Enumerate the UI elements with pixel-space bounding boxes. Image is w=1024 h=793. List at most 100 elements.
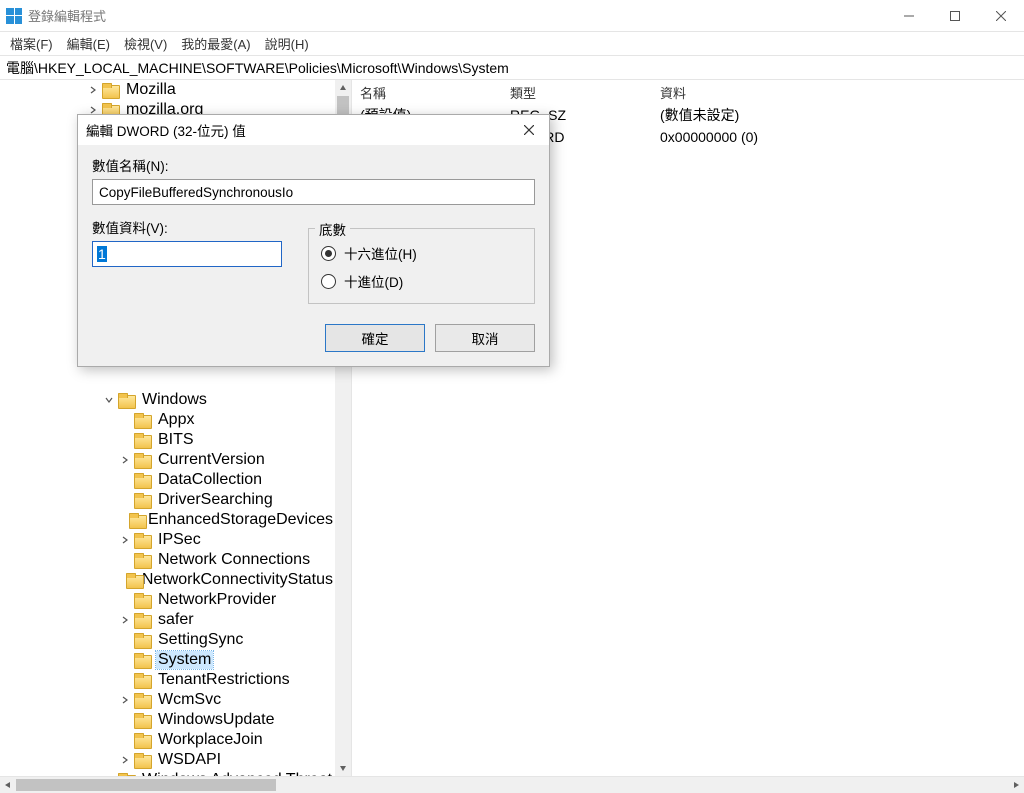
folder-icon — [134, 693, 150, 707]
value-data-label: 數值資料(V): — [92, 217, 284, 237]
list-header: 名稱 類型 資料 — [352, 80, 1024, 104]
scroll-left-arrow-icon[interactable] — [0, 777, 16, 793]
tree-item-windows[interactable]: Windows — [0, 390, 335, 410]
tree-item-label: CurrentVersion — [156, 451, 267, 469]
tree-expander-icon[interactable] — [118, 693, 132, 707]
close-button[interactable] — [978, 0, 1024, 32]
scroll-down-arrow-icon[interactable] — [335, 760, 351, 776]
tree-item-label: NetworkProvider — [156, 591, 278, 609]
menu-file[interactable]: 檔案(F) — [4, 32, 59, 55]
tree-item-wcmsvc[interactable]: WcmSvc — [0, 690, 335, 710]
folder-icon — [134, 733, 150, 747]
tree-item-safer[interactable]: safer — [0, 610, 335, 630]
tree-expander-icon[interactable] — [118, 753, 132, 767]
tree-expander-placeholder — [118, 553, 132, 567]
value-name-label: 數值名稱(N): — [92, 155, 535, 175]
tree-item-network-connections[interactable]: Network Connections — [0, 550, 335, 570]
value-data-field[interactable]: 1 — [92, 241, 282, 267]
tree-item-label: Appx — [156, 411, 196, 429]
tree-item-label: WorkplaceJoin — [156, 731, 265, 749]
folder-icon — [126, 573, 133, 587]
radio-dec[interactable]: 十進位(D) — [321, 267, 522, 295]
tree-expander-placeholder — [118, 573, 124, 587]
menu-view[interactable]: 檢視(V) — [118, 32, 173, 55]
dialog-close-button[interactable] — [517, 118, 541, 142]
tree-item-windows-advanced-threat[interactable]: Windows Advanced Threat — [0, 770, 335, 776]
radio-hex[interactable]: 十六進位(H) — [321, 239, 522, 267]
tree-item-appx[interactable]: Appx — [0, 410, 335, 430]
radio-dec-label: 十進位(D) — [344, 271, 403, 291]
address-bar[interactable]: 電腦\HKEY_LOCAL_MACHINE\SOFTWARE\Policies\… — [0, 56, 1024, 80]
horizontal-scrollbar[interactable] — [0, 777, 1024, 793]
folder-icon — [134, 453, 150, 467]
folder-icon — [118, 393, 134, 407]
tree-item-driversearching[interactable]: DriverSearching — [0, 490, 335, 510]
folder-icon — [134, 633, 150, 647]
tree-expander-icon[interactable] — [102, 773, 116, 776]
menu-favorites[interactable]: 我的最愛(A) — [175, 32, 256, 55]
tree-expander-placeholder — [118, 713, 132, 727]
tree-expander-icon[interactable] — [118, 613, 132, 627]
tree-expander-placeholder — [118, 633, 132, 647]
ok-button[interactable]: 確定 — [325, 324, 425, 352]
folder-icon — [129, 513, 140, 527]
folder-icon — [134, 753, 150, 767]
scroll-up-arrow-icon[interactable] — [335, 80, 351, 96]
tree-item-settingsync[interactable]: SettingSync — [0, 630, 335, 650]
tree-item-networkconnectivitystatus[interactable]: NetworkConnectivityStatus — [0, 570, 335, 590]
folder-icon — [134, 653, 150, 667]
tree-expander-icon[interactable] — [118, 453, 132, 467]
tree-item-tenantrestrictions[interactable]: TenantRestrictions — [0, 670, 335, 690]
title-bar: 登錄編輯程式 — [0, 0, 1024, 32]
tree-item-label: DriverSearching — [156, 491, 275, 509]
folder-icon — [134, 593, 150, 607]
tree-expander-placeholder — [118, 653, 132, 667]
base-legend: 底數 — [315, 219, 350, 239]
menu-help[interactable]: 說明(H) — [259, 32, 315, 55]
column-data[interactable]: 資料 — [652, 83, 1024, 102]
dialog-title-bar[interactable]: 編輯 DWORD (32-位元) 值 — [78, 115, 549, 145]
column-name[interactable]: 名稱 — [352, 83, 502, 102]
tree-item-label: BITS — [156, 431, 196, 449]
tree-item-bits[interactable]: BITS — [0, 430, 335, 450]
cell-data: (數值未設定) — [652, 105, 1024, 125]
column-type[interactable]: 類型 — [502, 83, 652, 102]
tree-item-label: NetworkConnectivityStatus — [140, 571, 335, 589]
client-area: Mozilla mozilla.org Windows Appx BITS Cu… — [0, 80, 1024, 777]
tree-expander-icon[interactable] — [86, 83, 100, 97]
tree-item-workplacejoin[interactable]: WorkplaceJoin — [0, 730, 335, 750]
minimize-button[interactable] — [886, 0, 932, 32]
tree-item-mozilla[interactable]: Mozilla — [0, 80, 335, 100]
scroll-right-arrow-icon[interactable] — [1008, 777, 1024, 793]
tree-expander-placeholder — [118, 473, 132, 487]
folder-icon — [134, 553, 150, 567]
tree-item-label: Network Connections — [156, 551, 312, 569]
tree-item-label: WcmSvc — [156, 691, 223, 709]
window-title: 登錄編輯程式 — [28, 6, 106, 25]
value-name-field[interactable]: CopyFileBufferedSynchronousIo — [92, 179, 535, 205]
cancel-button[interactable]: 取消 — [435, 324, 535, 352]
folder-icon — [134, 493, 150, 507]
tree-item-networkprovider[interactable]: NetworkProvider — [0, 590, 335, 610]
tree-item-ipsec[interactable]: IPSec — [0, 530, 335, 550]
base-groupbox: 底數 十六進位(H) 十進位(D) — [308, 228, 535, 304]
tree-item-datacollection[interactable]: DataCollection — [0, 470, 335, 490]
tree-item-label: WSDAPI — [156, 751, 223, 769]
tree-expander-icon[interactable] — [102, 393, 116, 407]
tree-item-label: DataCollection — [156, 471, 264, 489]
menu-edit[interactable]: 編輯(E) — [61, 32, 116, 55]
maximize-button[interactable] — [932, 0, 978, 32]
tree-item-system[interactable]: System — [0, 650, 335, 670]
tree-item-enhancedstoragedevices[interactable]: EnhancedStorageDevices — [0, 510, 335, 530]
tree-item-wsdapi[interactable]: WSDAPI — [0, 750, 335, 770]
folder-icon — [134, 713, 150, 727]
tree-item-currentversion[interactable]: CurrentVersion — [0, 450, 335, 470]
tree-expander-icon[interactable] — [118, 533, 132, 547]
tree-item-label: Windows Advanced Threat — [140, 771, 334, 776]
folder-icon — [134, 473, 150, 487]
tree-expander-placeholder — [118, 413, 132, 427]
hscroll-thumb[interactable] — [16, 779, 276, 791]
tree-item-label: Mozilla — [124, 81, 178, 99]
tree-item-windowsupdate[interactable]: WindowsUpdate — [0, 710, 335, 730]
address-text: 電腦\HKEY_LOCAL_MACHINE\SOFTWARE\Policies\… — [6, 58, 509, 78]
